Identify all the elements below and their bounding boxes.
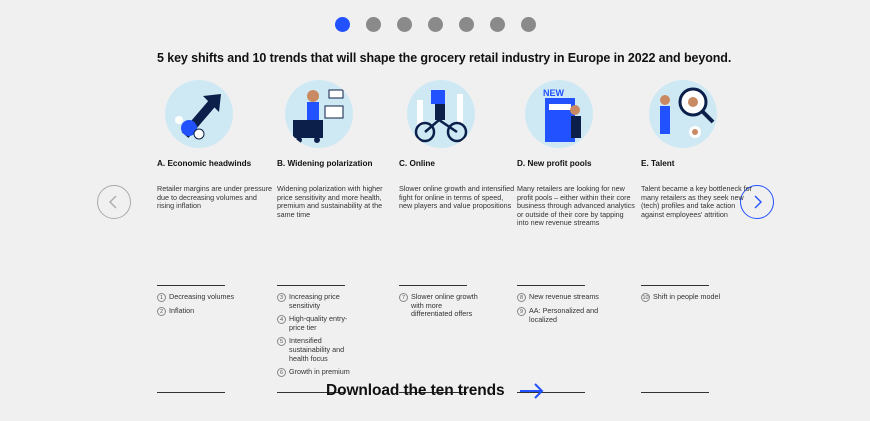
shift-column-new-profit-pools: NEW D. New profit pools Many retailers are… xyxy=(517,80,635,393)
shift-title: C. Online xyxy=(399,159,435,168)
trend-list: 10 Shift in people model xyxy=(641,292,759,392)
trend-item: 10 Shift in people model xyxy=(641,292,759,302)
divider xyxy=(517,285,585,286)
talent-illustration xyxy=(649,80,717,148)
shift-column-talent: E. Talent Talent became a key bottleneck … xyxy=(641,80,759,393)
trend-number-badge: 3 xyxy=(277,293,286,302)
carousel-dot[interactable] xyxy=(489,17,505,32)
previous-slide-button[interactable] xyxy=(97,185,131,219)
trend-list: 8 New revenue streams 9 AA: Personalized an… xyxy=(517,292,635,392)
trend-list: 1 Decreasing volumes 2 Inflation xyxy=(157,292,275,392)
shift-column-widening-polarization: B. Widening polarization Widening polariz… xyxy=(277,80,395,393)
trend-item: 9 AA: Personalized and localized xyxy=(517,306,635,324)
shift-description: Talent became a key bottleneck for many … xyxy=(641,184,753,219)
chevron-left-icon xyxy=(109,195,117,209)
shift-title: A. Economic headwinds xyxy=(157,159,252,168)
polarization-illustration xyxy=(285,80,353,148)
shift-description: Many retailers are looking for new profi… xyxy=(517,184,635,228)
svg-text:NEW: NEW xyxy=(543,88,565,98)
trend-label: Slower online growth with more different… xyxy=(411,292,478,319)
carousel-dot[interactable] xyxy=(365,17,381,32)
trend-number-badge: 4 xyxy=(277,315,286,325)
trend-item: 5 Intensified sustainability and health f… xyxy=(277,337,395,363)
carousel-dot[interactable] xyxy=(396,17,412,32)
shift-description: Retailer margins are under pressure due … xyxy=(157,184,273,211)
trend-list: 3 Increasing price sensitivity 4 High-quali… xyxy=(277,292,395,392)
carousel-dot[interactable] xyxy=(334,17,350,32)
new-profit-pools-illustration: NEW xyxy=(525,80,593,148)
trend-number-badge: 5 xyxy=(277,337,286,347)
trend-number-badge: 6 xyxy=(277,368,286,378)
trend-item: 2 Inflation xyxy=(157,306,275,316)
trend-number-badge: 2 xyxy=(157,307,166,316)
trend-label: Intensified sustainability and health fo… xyxy=(289,336,345,363)
carousel-dot[interactable] xyxy=(427,17,443,32)
carousel-dots xyxy=(0,17,870,32)
shift-title: D. New profit pools xyxy=(517,159,592,168)
trend-label: AA: Personalized and localized xyxy=(529,306,599,324)
trend-number-badge: 8 xyxy=(517,293,526,302)
trend-label: Decreasing volumes xyxy=(169,292,235,301)
shift-column-economic-headwinds: A. Economic headwinds Retailer margins ar… xyxy=(157,80,275,393)
trend-number-badge: 10 xyxy=(641,293,650,302)
shift-title: B. Widening polarization xyxy=(277,159,373,168)
trend-label: New revenue streams xyxy=(529,292,599,301)
trend-label: Inflation xyxy=(169,306,195,315)
carousel-dot[interactable] xyxy=(458,17,474,32)
trend-item: 3 Increasing price sensitivity xyxy=(277,292,395,310)
economic-headwinds-illustration xyxy=(165,80,233,148)
trend-item: 1 Decreasing volumes xyxy=(157,292,275,302)
shift-description: Widening polarization with higher price … xyxy=(277,184,383,219)
trend-item: 8 New revenue streams xyxy=(517,292,635,302)
trend-number-badge: 9 xyxy=(517,307,526,316)
trend-list: 7 Slower online growth with more differen… xyxy=(399,292,517,392)
download-label: Download the ten trends xyxy=(326,382,505,399)
divider xyxy=(641,285,709,286)
divider xyxy=(157,285,225,286)
trend-number-badge: 7 xyxy=(399,293,408,302)
download-trends-link[interactable]: Download the ten trends xyxy=(326,382,545,400)
trend-label: Shift in people model xyxy=(653,292,721,301)
divider xyxy=(641,392,709,393)
trend-item: 7 Slower online growth with more differen… xyxy=(399,292,517,319)
divider xyxy=(157,392,225,393)
shift-column-online: C. Online Slower online growth and intens… xyxy=(399,80,517,393)
shift-description: Slower online growth and intensified fig… xyxy=(399,184,515,211)
trend-label: Growth in premium xyxy=(289,367,350,377)
trend-number-badge: 1 xyxy=(157,293,166,302)
online-delivery-illustration xyxy=(407,80,475,148)
trend-label: High-quality entry-price tier xyxy=(289,314,348,332)
divider xyxy=(277,285,345,286)
arrow-right-icon xyxy=(519,383,543,399)
trend-item: 6 Growth in premium xyxy=(277,367,395,378)
carousel-dot[interactable] xyxy=(520,17,536,32)
shift-title: E. Talent xyxy=(641,159,675,168)
trend-label: Increasing price sensitivity xyxy=(289,292,340,310)
page-headline: 5 key shifts and 10 trends that will sha… xyxy=(157,51,732,65)
trend-item: 4 High-quality entry-price tier xyxy=(277,314,395,332)
divider xyxy=(399,285,467,286)
